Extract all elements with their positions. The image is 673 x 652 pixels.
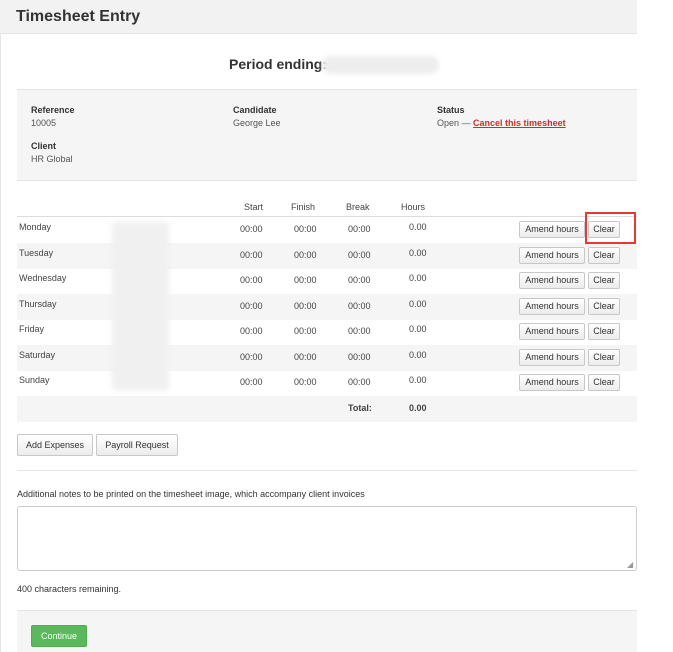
start-time: 00:00: [240, 301, 263, 311]
reference-value: 10005: [31, 118, 57, 128]
start-time: 00:00: [240, 224, 263, 234]
day-label: Friday: [19, 324, 45, 334]
day-label: Wednesday: [19, 273, 67, 283]
amend-hours-button[interactable]: Amend hours: [519, 323, 585, 340]
finish-time: 00:00: [294, 352, 317, 362]
start-time: 00:00: [240, 250, 263, 260]
add-expenses-button[interactable]: Add Expenses: [17, 434, 93, 456]
day-label: Monday: [19, 222, 52, 232]
status-label: Status: [437, 105, 465, 115]
clear-button-highlight: [585, 212, 636, 244]
period-ending-label: Period ending:: [229, 56, 327, 72]
hours-value: 0.00: [409, 273, 427, 283]
break-time: 00:00: [348, 326, 371, 336]
total-row: [17, 396, 637, 422]
break-time: 00:00: [348, 301, 371, 311]
clear-button[interactable]: Clear: [588, 272, 620, 289]
reference-label: Reference: [31, 105, 75, 115]
day-label: Saturday: [19, 350, 56, 360]
period-ending-value-redacted: [322, 56, 439, 74]
finish-time: 00:00: [294, 301, 317, 311]
notes-label: Additional notes to be printed on the ti…: [17, 489, 365, 499]
hours-value: 0.00: [409, 248, 427, 258]
day-label: Sunday: [19, 375, 50, 385]
client-label: Client: [31, 141, 57, 151]
column-header-hours: Hours: [401, 202, 426, 212]
characters-remaining: 400 characters remaining.: [17, 584, 122, 594]
break-time: 00:00: [348, 352, 371, 362]
amend-hours-button[interactable]: Amend hours: [519, 221, 585, 238]
finish-time: 00:00: [294, 377, 317, 387]
resize-grip-icon[interactable]: ◢: [627, 561, 635, 569]
finish-time: 00:00: [294, 250, 317, 260]
hours-value: 0.00: [409, 375, 427, 385]
page-title: Timesheet Entry: [16, 8, 141, 25]
table-row: Friday 00:00 00:00 00:00 0.00 Amend hours Clea…: [17, 319, 637, 345]
cancel-timesheet-link[interactable]: Cancel this timesheet: [473, 118, 566, 128]
table-row: Monday 00:00 00:00 00:00 0.00 Amend hours Clea…: [17, 217, 637, 243]
clear-button[interactable]: Clear: [588, 349, 620, 366]
day-label: Tuesday: [19, 248, 54, 258]
finish-time: 00:00: [294, 326, 317, 336]
break-time: 00:00: [348, 250, 371, 260]
table-row: Wednesday 00:00 00:00 00:00 0.00 Amend hours C…: [17, 268, 637, 294]
client-value: HR Global: [31, 154, 73, 164]
start-time: 00:00: [240, 275, 263, 285]
start-time: 00:00: [240, 377, 263, 387]
form-footer: Continue: [17, 610, 637, 652]
column-header-finish: Finish: [291, 202, 316, 212]
column-header-break: Break: [346, 202, 370, 212]
finish-time: 00:00: [294, 275, 317, 285]
clear-button[interactable]: Clear: [588, 323, 620, 340]
hours-value: 0.00: [409, 324, 427, 334]
redacted-column: [112, 222, 169, 390]
break-time: 00:00: [348, 275, 371, 285]
hours-value: 0.00: [409, 350, 427, 360]
amend-hours-button[interactable]: Amend hours: [519, 374, 585, 391]
total-label: Total:: [348, 403, 372, 413]
table-row: Tuesday 00:00 00:00 00:00 0.00 Amend hours Cle…: [17, 243, 637, 269]
table-row: Saturday 00:00 00:00 00:00 0.00 Amend hours Cl…: [17, 345, 637, 371]
column-header-start: Start: [244, 202, 264, 212]
break-time: 00:00: [348, 224, 371, 234]
amend-hours-button[interactable]: Amend hours: [519, 298, 585, 315]
clear-button[interactable]: Clear: [588, 374, 620, 391]
status-line: Open — Cancel this timesheet: [437, 118, 566, 128]
timesheet-info-box: Reference 10005 Candidate George Lee Sta…: [17, 89, 637, 181]
continue-button[interactable]: Continue: [31, 625, 87, 647]
break-time: 00:00: [348, 377, 371, 387]
amend-hours-button[interactable]: Amend hours: [519, 247, 585, 264]
clear-button[interactable]: Clear: [588, 247, 620, 264]
section-divider: [17, 470, 637, 471]
notes-textarea[interactable]: [17, 506, 637, 571]
candidate-value: George Lee: [233, 118, 281, 128]
table-row: Sunday 00:00 00:00 00:00 0.00 Amend hours Clea…: [17, 370, 637, 396]
finish-time: 00:00: [294, 224, 317, 234]
total-hours-value: 0.00: [409, 403, 427, 413]
start-time: 00:00: [240, 326, 263, 336]
clear-button[interactable]: Clear: [588, 298, 620, 315]
start-time: 00:00: [240, 352, 263, 362]
hours-value: 0.00: [409, 299, 427, 309]
title-bar: Timesheet Entry: [0, 0, 637, 34]
day-label: Thursday: [19, 299, 57, 309]
payroll-request-button[interactable]: Payroll Request: [96, 434, 178, 456]
hours-value: 0.00: [409, 222, 427, 232]
amend-hours-button[interactable]: Amend hours: [519, 272, 585, 289]
table-row: Thursday 00:00 00:00 00:00 0.00 Amend hours Cl…: [17, 294, 637, 320]
candidate-label: Candidate: [233, 105, 277, 115]
amend-hours-button[interactable]: Amend hours: [519, 349, 585, 366]
status-value: Open —: [437, 118, 471, 128]
